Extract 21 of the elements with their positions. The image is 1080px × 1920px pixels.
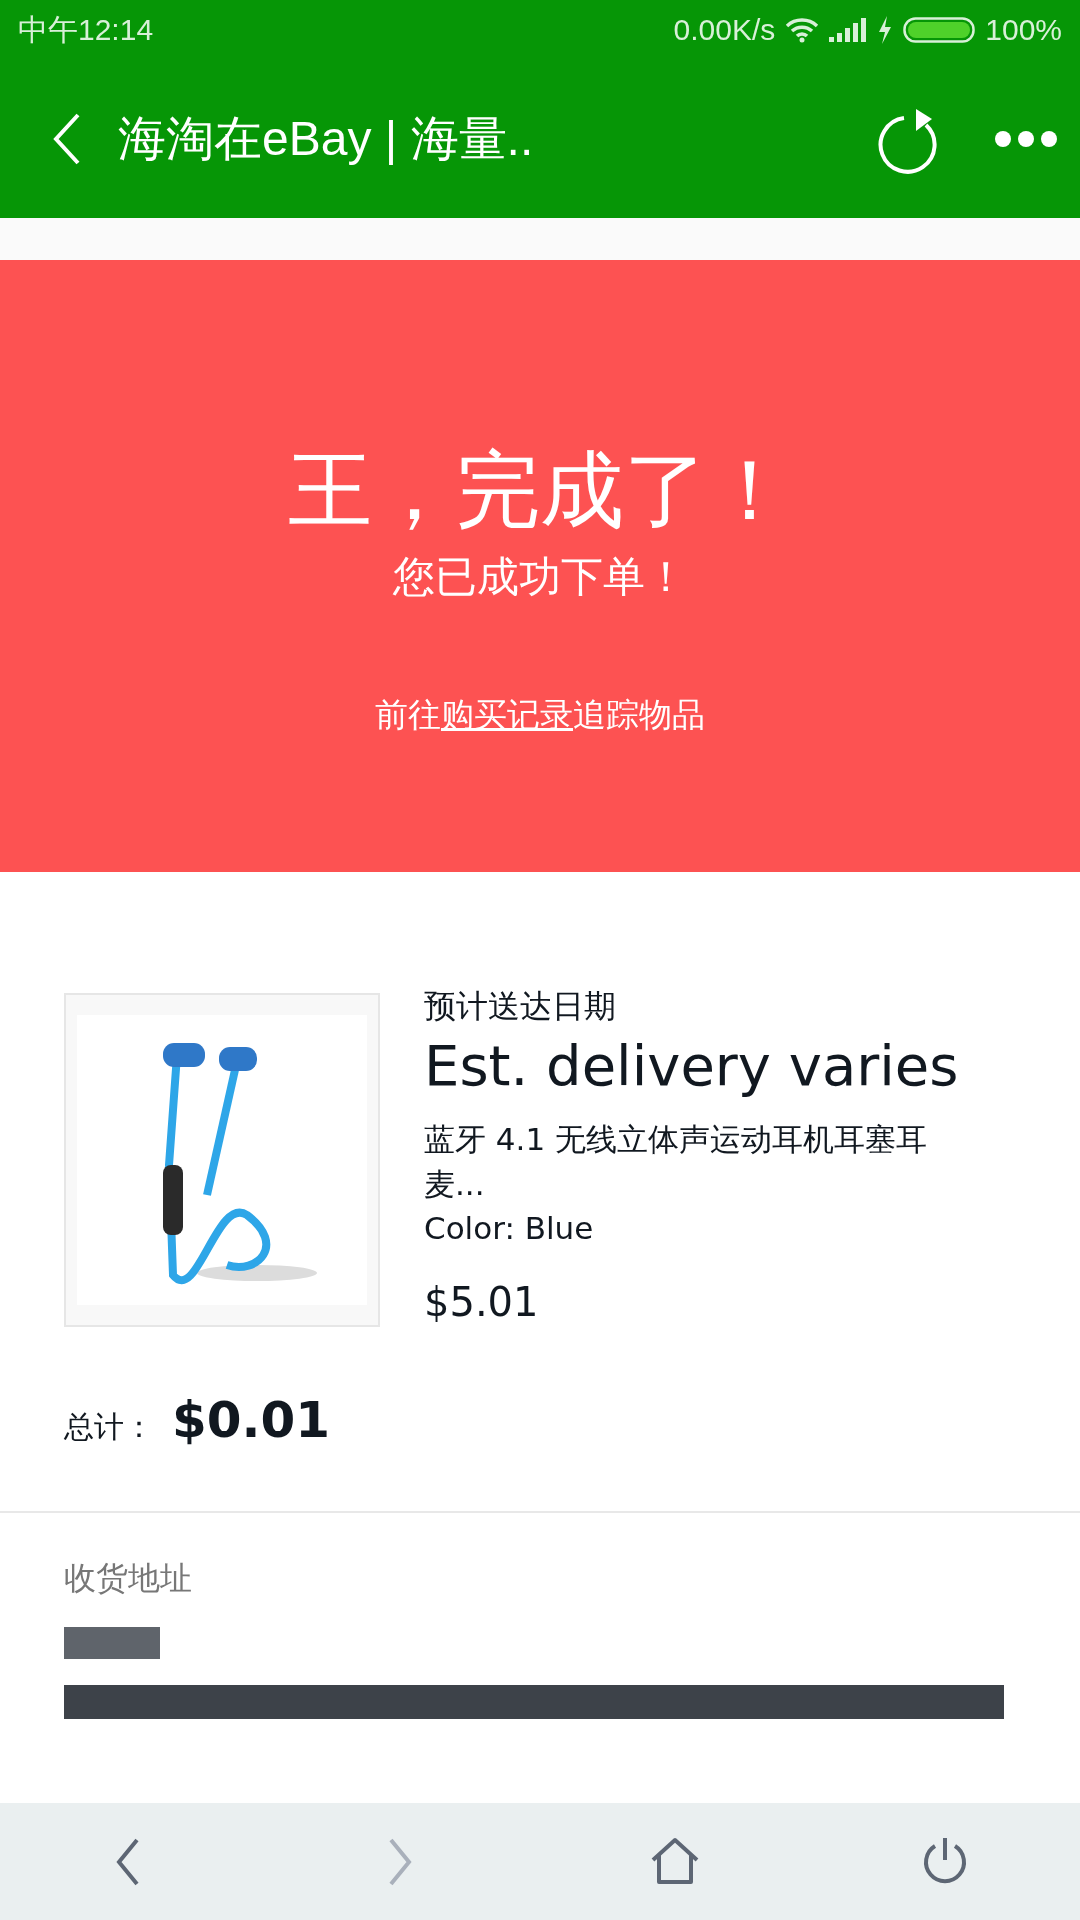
address-label: 收货地址 bbox=[64, 1558, 193, 1599]
battery-level: 100% bbox=[985, 13, 1062, 47]
product-price: $5.01 bbox=[424, 1278, 540, 1325]
status-time: 中午12:14 bbox=[18, 11, 154, 48]
banner-subtitle: 您已成功下单！ bbox=[393, 550, 687, 603]
network-speed: 0.00K/s bbox=[673, 13, 776, 47]
delivery-label: 预计送达日期 bbox=[424, 987, 617, 1026]
banner-title: 王，完成了！ bbox=[288, 440, 792, 541]
product-name: 蓝牙 4.1 无线立体声运动耳机耳塞耳麦... bbox=[424, 1120, 928, 1205]
total-label: 总计： bbox=[64, 1408, 154, 1446]
total-amount: $0.01 bbox=[172, 1391, 331, 1449]
battery-icon bbox=[903, 17, 976, 43]
charging-icon bbox=[877, 16, 894, 44]
wifi-icon bbox=[785, 17, 820, 43]
delivery-estimate: Est. delivery varies bbox=[424, 1032, 960, 1101]
purchase-history-link[interactable]: 购买记录 bbox=[441, 694, 573, 734]
page-title: 海淘在eBay | 海量.. bbox=[118, 111, 535, 167]
signal-icon bbox=[829, 18, 868, 42]
banner-text: 前往购买记录追踪物品 bbox=[375, 693, 705, 736]
product-variant: Color: Blue bbox=[424, 1209, 595, 1249]
more-icon[interactable] bbox=[994, 130, 1058, 148]
